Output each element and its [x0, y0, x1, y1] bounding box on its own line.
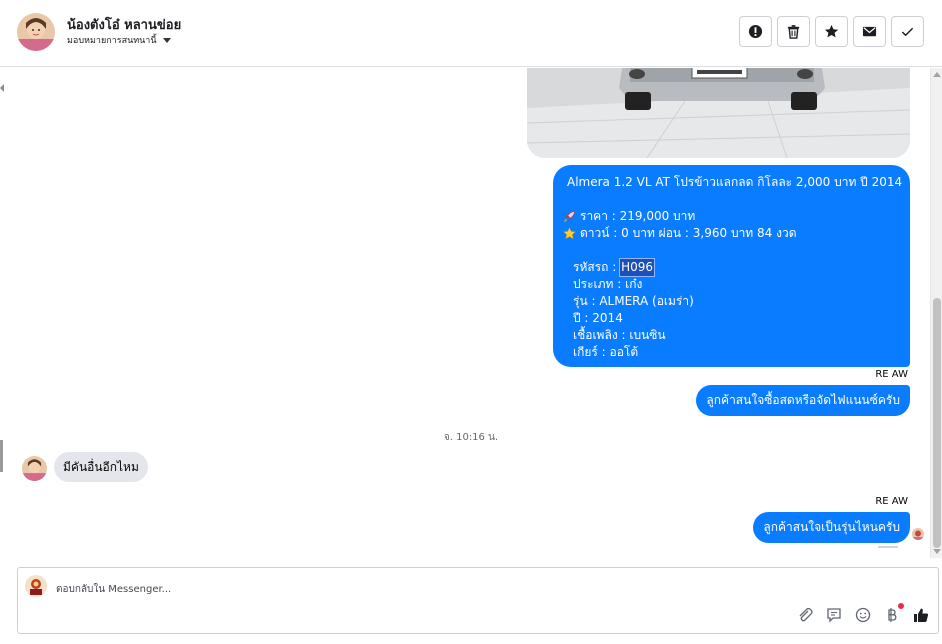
listing-down-line: ดาวน์ : 0 บาท ผ่อน : 3,960 บาท 84 งวด: [563, 225, 900, 242]
report-button[interactable]: [739, 16, 772, 47]
contact-avatar[interactable]: [17, 13, 55, 51]
car-photo-attachment[interactable]: [527, 68, 910, 158]
email-button[interactable]: [853, 16, 886, 47]
seen-indicator-avatar: [912, 528, 924, 540]
caret-down-icon: [162, 37, 171, 43]
emoji-icon: [855, 607, 871, 623]
outgoing-message[interactable]: ลูกค้าสนใจเป็นรุ่นไหนครับ: [753, 512, 910, 543]
rocket-emoji: [563, 210, 576, 223]
divider: [878, 546, 898, 548]
listing-down-payment: ดาวน์ : 0 บาท ผ่อน : 3,960 บาท 84 งวด: [580, 226, 797, 240]
paperclip-icon: [799, 607, 813, 622]
mark-done-button[interactable]: [891, 16, 924, 47]
check-icon: [901, 27, 914, 37]
trash-icon: [787, 25, 800, 39]
inbox-conversation: น้องตังโอ๋ หลานข่อย มอบหมายการสนทนานี้ A…: [0, 0, 942, 644]
page-avatar: [25, 575, 47, 597]
scroll-thumb[interactable]: [933, 298, 941, 548]
saved-reply-icon: [827, 608, 841, 623]
conversation-header: น้องตังโอ๋ หลานข่อย มอบหมายการสนทนานี้: [0, 0, 942, 67]
saved-replies-button[interactable]: [825, 606, 843, 624]
composer-tools: [796, 603, 930, 624]
incoming-message[interactable]: มีคันอื่นอีกไหม: [54, 452, 148, 482]
sender-label: RE AW: [875, 369, 908, 380]
email-icon: [862, 26, 877, 37]
notification-dot: [898, 603, 904, 609]
message-timestamp: จ. 10:16 น.: [443, 432, 499, 443]
messages-scrollbar[interactable]: [930, 68, 942, 558]
listing-code-label: รหัสรถ :: [573, 260, 621, 274]
listing-gear: เกียร์ : ออโต้: [573, 345, 639, 359]
listing-price: ราคา : 219,000 บาท: [580, 209, 696, 223]
listing-code-line: รหัสรถ : H096: [563, 258, 900, 277]
listing-title-line: Almera 1.2 VL AT โปรข้าวแลกลด กิโลละ 2,0…: [563, 174, 903, 191]
contact-name[interactable]: น้องตังโอ๋ หลานข่อย: [67, 14, 181, 35]
star-emoji: [563, 227, 576, 240]
message-composer: [17, 567, 939, 634]
assign-label: มอบหมายการสนทนานี้: [67, 36, 157, 46]
like-icon: [914, 608, 929, 622]
sender-label: RE AW: [875, 496, 908, 507]
scroll-up-arrow-icon[interactable]: [933, 72, 941, 77]
car-listing-message[interactable]: Almera 1.2 VL AT โปรข้าวแลกลด กิโลละ 2,0…: [553, 165, 910, 367]
attach-button[interactable]: [796, 606, 814, 624]
emoji-button[interactable]: [854, 606, 872, 624]
scroll-left-arrow-icon: [0, 84, 4, 92]
reply-input[interactable]: [56, 581, 656, 597]
star-button[interactable]: [815, 16, 848, 47]
header-actions: [739, 16, 924, 47]
payment-button[interactable]: [883, 603, 904, 624]
listing-model: รุ่น : ALMERA (อเมร่า): [573, 294, 694, 308]
contact-message-avatar[interactable]: [22, 456, 47, 481]
listing-code-value[interactable]: H096: [619, 258, 655, 277]
listing-type: ประเภท : เก๋ง: [573, 277, 643, 291]
star-icon: [824, 24, 839, 38]
listing-fuel: เชื้อเพลิง : เบนซิน: [573, 328, 666, 342]
report-icon: [748, 24, 763, 39]
outgoing-message[interactable]: ลูกค้าสนใจซื้อสดหรือจัดไฟแนนซ์ครับ: [696, 385, 910, 416]
listing-year: ปี : 2014: [573, 311, 623, 325]
assign-conversation-dropdown[interactable]: มอบหมายการสนทนานี้: [67, 33, 171, 47]
like-button[interactable]: [912, 606, 930, 624]
listing-title: Almera 1.2 VL AT โปรข้าวแลกลด กิโลละ 2,0…: [567, 175, 903, 189]
baht-icon: [888, 608, 897, 622]
listing-price-line: ราคา : 219,000 บาท: [563, 208, 900, 225]
delete-button[interactable]: [777, 16, 810, 47]
scroll-down-arrow-icon[interactable]: [933, 549, 941, 554]
